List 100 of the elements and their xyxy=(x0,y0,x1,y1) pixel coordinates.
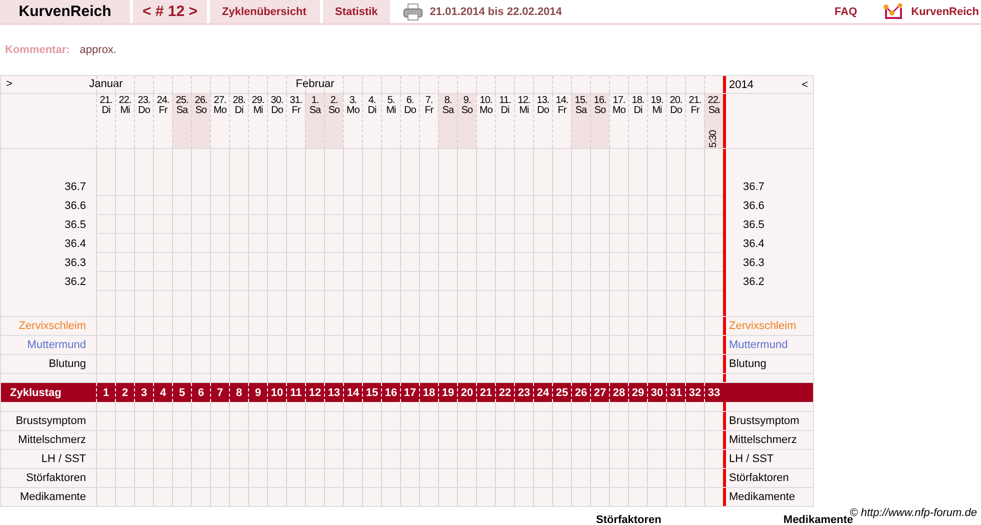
cycle-day-number: 11 xyxy=(290,386,302,398)
weekday: Do xyxy=(271,106,283,116)
row-label: Blutung xyxy=(48,358,86,370)
cycle-day-number: 2 xyxy=(122,386,128,398)
cycle-day-number: 18 xyxy=(422,386,436,398)
day-date: 1. xyxy=(311,96,319,106)
day-date: 2. xyxy=(330,96,338,106)
printer-icon[interactable] xyxy=(402,2,423,20)
month-label: Januar xyxy=(89,78,123,90)
cycle-day-number: 26 xyxy=(574,386,588,398)
cycle-day-number: 8 xyxy=(236,386,242,398)
weekday: Do xyxy=(138,106,150,116)
cycle-day-number: 32 xyxy=(688,386,702,398)
faq-link[interactable]: FAQ xyxy=(834,6,858,18)
temperature-label: 36.6 xyxy=(743,200,764,212)
measurement-time: 5:30 xyxy=(709,129,719,150)
temperature-label: 36.2 xyxy=(64,276,86,288)
cycle-day-number: 7 xyxy=(216,386,224,398)
day-date: 21. xyxy=(100,96,112,106)
weekday: Fr xyxy=(292,106,300,116)
temperature-label: 36.7 xyxy=(64,180,86,192)
cycle-day-number: 9 xyxy=(254,386,262,398)
cycle-day-number: 4 xyxy=(160,386,166,398)
temperature-label: 36.6 xyxy=(64,200,86,212)
cycle-day-number: 20 xyxy=(460,386,474,398)
cycle-day-number: 10 xyxy=(270,386,284,398)
cycle-day-number: 15 xyxy=(366,386,378,398)
weekday: Fr xyxy=(424,106,434,116)
cycle-day-number: 6 xyxy=(198,386,204,398)
next-arrow[interactable]: < xyxy=(802,78,808,90)
day-date: 23. xyxy=(138,96,150,106)
cycle-day-number: 17 xyxy=(404,386,416,398)
weekday: Mi xyxy=(253,106,263,116)
day-date: 22. xyxy=(708,96,720,106)
cycle-day-number: 33 xyxy=(708,386,720,398)
temperature-label: 36.5 xyxy=(743,218,764,230)
temperature-label: 36.3 xyxy=(64,256,86,268)
day-date: 12. xyxy=(518,96,530,106)
weekday: Sa xyxy=(442,106,454,116)
day-date: 10. xyxy=(480,96,492,106)
row-label: Zervixschleim xyxy=(729,320,796,332)
weekday: Di xyxy=(500,106,510,116)
weekday: Mi xyxy=(386,106,396,116)
weekday: Do xyxy=(537,106,549,116)
comment-text: approx. xyxy=(80,44,116,57)
weekday: Di xyxy=(102,106,110,116)
weekday: So xyxy=(461,106,473,116)
cycle-day-number: 31 xyxy=(670,386,682,398)
weekday: Di xyxy=(634,106,642,116)
weekday: Mo xyxy=(346,106,360,116)
nav-tab[interactable]: Statistik xyxy=(323,0,390,23)
day-date: 20. xyxy=(670,96,682,106)
day-date: 3. xyxy=(349,96,357,106)
weekday: Di xyxy=(234,106,244,116)
date-range: 21.01.2014 bis 22.02.2014 xyxy=(430,6,562,18)
weekday: So xyxy=(594,106,606,116)
row-label: Mittelschmerz xyxy=(729,434,797,446)
legend-heading: Medikamente xyxy=(783,514,854,525)
day-date: 24. xyxy=(156,96,170,106)
comment-label: Kommentar: xyxy=(5,44,70,57)
cycle-day-number: 29 xyxy=(632,386,644,398)
temperature-label: 36.2 xyxy=(743,276,764,288)
app-logo-text[interactable]: KurvenReich xyxy=(0,0,130,23)
weekday: Fr xyxy=(158,106,168,116)
chart-logo-icon xyxy=(882,2,904,20)
row-label: Störfaktoren xyxy=(26,472,86,484)
cycle-day-number: 24 xyxy=(536,386,550,398)
brand-name: KurvenReich xyxy=(911,6,979,18)
temperature-label: 36.4 xyxy=(743,238,764,250)
cycle-navigation[interactable]: < # 12 > xyxy=(133,0,207,23)
row-label: Störfaktoren xyxy=(729,472,789,484)
day-date: 9. xyxy=(463,96,471,106)
row-label: Mittelschmerz xyxy=(18,434,86,446)
cycle-day-number: 1 xyxy=(102,386,110,398)
day-date: 5. xyxy=(387,96,395,106)
weekday: Sa xyxy=(575,106,587,116)
weekday: Di xyxy=(368,106,376,116)
weekday: Mo xyxy=(214,106,226,116)
cycle-day-number: 27 xyxy=(594,386,606,398)
cycle-day-number: 13 xyxy=(328,386,340,398)
day-date: 8. xyxy=(444,96,452,106)
cycle-day-number: 21 xyxy=(480,386,492,398)
day-date: 29. xyxy=(252,96,264,106)
previous-arrow[interactable]: > xyxy=(6,78,12,90)
temperature-label: 36.7 xyxy=(743,180,764,192)
year-label: 2014 xyxy=(729,78,754,90)
cycle-day-number: 16 xyxy=(384,386,398,398)
nav-tab[interactable]: Zyklenübersicht xyxy=(210,0,320,23)
day-date: 17. xyxy=(612,96,626,106)
day-date: 31. xyxy=(290,96,302,106)
day-date: 15. xyxy=(574,96,588,106)
day-date: 27. xyxy=(214,96,226,106)
row-label: Muttermund xyxy=(729,339,788,351)
row-label: LH / SST xyxy=(41,453,86,465)
day-date: 30. xyxy=(270,96,284,106)
day-date: 21. xyxy=(688,96,702,106)
row-label: Medikamente xyxy=(20,491,86,503)
weekday: Sa xyxy=(176,106,188,116)
row-label: Brustsymptom xyxy=(16,415,86,427)
day-date: 11. xyxy=(499,96,511,106)
